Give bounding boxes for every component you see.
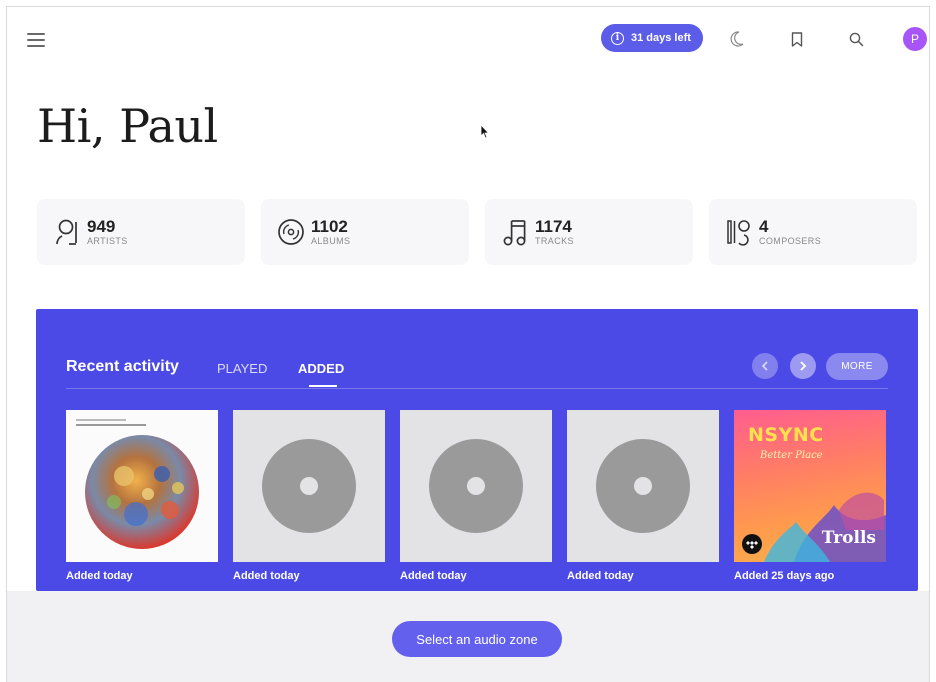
item-caption: Added today: [66, 570, 133, 582]
album-cover: [400, 410, 552, 562]
disc-placeholder-icon: [262, 439, 356, 533]
composers-label: COMPOSERS: [759, 235, 822, 246]
artists-count: 949: [87, 216, 116, 236]
albums-count: 1102: [311, 216, 348, 236]
item-caption: Added today: [233, 570, 300, 582]
trial-label: 31 days left: [631, 32, 691, 44]
more-button[interactable]: MORE: [826, 353, 888, 380]
album-card[interactable]: Added today: [567, 410, 719, 582]
album-card[interactable]: Added today: [66, 410, 218, 582]
album-cover: [233, 410, 385, 562]
avatar-initial: P: [910, 32, 919, 46]
disc-placeholder-icon: [596, 439, 690, 533]
recent-activity-panel: Recent activity PLAYED ADDED MORE Added …: [36, 309, 918, 591]
menu-icon[interactable]: [27, 33, 45, 49]
album-icon: [277, 217, 305, 247]
info-icon: i: [611, 31, 624, 45]
composers-count: 4: [759, 216, 769, 236]
composer-icon: [725, 217, 753, 247]
chevron-left-icon: [761, 361, 768, 371]
disc-placeholder-icon: [429, 439, 523, 533]
album-cover: NSYNC Better Place Trolls: [734, 410, 886, 562]
page-title: Hi, Paul: [37, 99, 218, 153]
divider: [66, 388, 888, 389]
tidal-icon: [742, 534, 762, 554]
album-card[interactable]: Added today: [233, 410, 385, 582]
stat-composers[interactable]: 4 COMPOSERS: [709, 199, 917, 265]
album-card[interactable]: NSYNC Better Place Trolls Added 25 days …: [734, 410, 886, 582]
album-cover: [66, 410, 218, 562]
tracks-label: TRACKS: [535, 235, 574, 246]
track-icon: [501, 217, 529, 247]
stat-tracks[interactable]: 1174 TRACKS: [485, 199, 693, 265]
album-cover: [567, 410, 719, 562]
previous-button[interactable]: [752, 353, 778, 379]
stat-albums[interactable]: 1102 ALBUMS: [261, 199, 469, 265]
album-art-subtitle-2: Trolls: [821, 528, 876, 548]
app-window: i 31 days left P Hi, Paul 949 ARTISTS 11…: [6, 6, 930, 682]
tracks-count: 1174: [535, 216, 572, 236]
item-caption: Added 25 days ago: [734, 570, 835, 582]
recent-activity-title: Recent activity: [66, 358, 179, 375]
tab-played[interactable]: PLAYED: [217, 361, 267, 376]
avatar[interactable]: P: [903, 27, 927, 51]
artist-icon: [53, 217, 81, 247]
select-audio-zone-button[interactable]: Select an audio zone: [392, 621, 562, 657]
bookmark-icon[interactable]: [787, 29, 807, 49]
active-tab-indicator: [309, 385, 337, 387]
album-card[interactable]: Added today: [400, 410, 552, 582]
trial-badge[interactable]: i 31 days left: [601, 24, 703, 52]
search-icon[interactable]: [846, 29, 866, 49]
mouse-cursor-icon: [480, 124, 490, 139]
albums-label: ALBUMS: [311, 235, 351, 246]
moon-icon[interactable]: [727, 29, 747, 49]
chevron-right-icon: [800, 361, 807, 371]
item-caption: Added today: [400, 570, 467, 582]
tab-added[interactable]: ADDED: [298, 361, 344, 376]
next-button[interactable]: [790, 353, 816, 379]
item-caption: Added today: [567, 570, 634, 582]
stat-artists[interactable]: 949 ARTISTS: [37, 199, 245, 265]
artists-label: ARTISTS: [87, 235, 128, 246]
